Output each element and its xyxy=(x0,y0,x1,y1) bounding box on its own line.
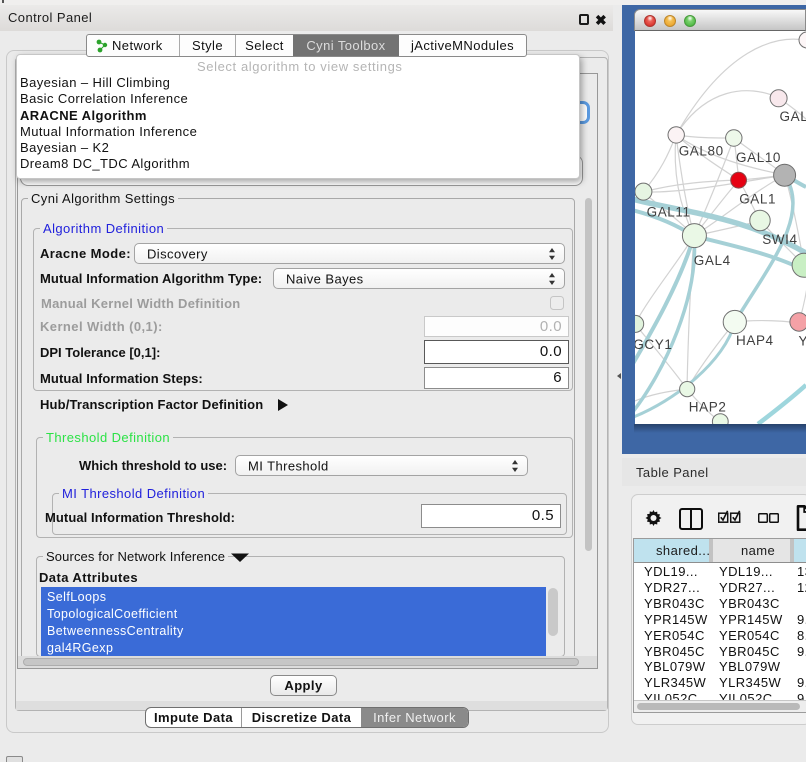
svg-text:GAL1: GAL1 xyxy=(739,192,776,207)
svg-text:HAP4: HAP4 xyxy=(736,333,774,348)
svg-text:GAL10: GAL10 xyxy=(736,150,781,165)
svg-text:GAL4: GAL4 xyxy=(694,253,731,268)
svg-text:GAL80: GAL80 xyxy=(679,144,724,159)
svg-text:Y: Y xyxy=(799,334,806,349)
svg-text:GAL2: GAL2 xyxy=(780,109,806,124)
svg-text:SWI4: SWI4 xyxy=(762,232,797,247)
svg-text:GCY1: GCY1 xyxy=(635,337,672,352)
svg-text:GAL11: GAL11 xyxy=(647,205,691,220)
svg-text:HAP2: HAP2 xyxy=(689,400,727,415)
